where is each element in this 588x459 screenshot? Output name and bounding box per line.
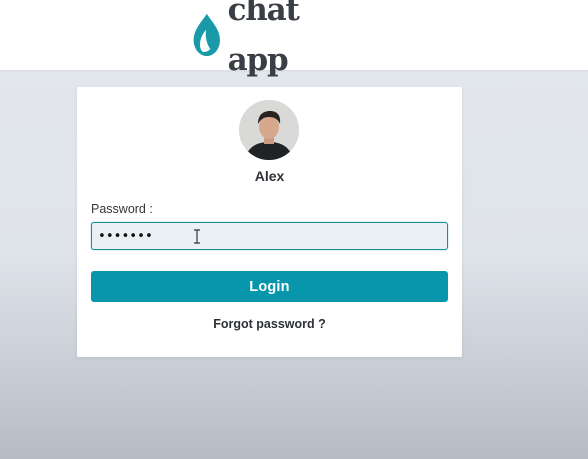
login-button[interactable]: Login (91, 271, 448, 302)
app-header: chat app (0, 0, 588, 78)
user-name: Alex (254, 168, 285, 184)
app-logo: chat app (191, 0, 351, 78)
login-card: Alex Password : Login Forgot password ? (77, 87, 462, 357)
drop-icon (193, 13, 220, 57)
logo-text: chat app (227, 0, 300, 78)
password-label: Password : (91, 202, 153, 216)
password-input[interactable] (91, 222, 448, 250)
user-avatar (239, 100, 299, 160)
forgot-password-link[interactable]: Forgot password ? (77, 317, 462, 331)
